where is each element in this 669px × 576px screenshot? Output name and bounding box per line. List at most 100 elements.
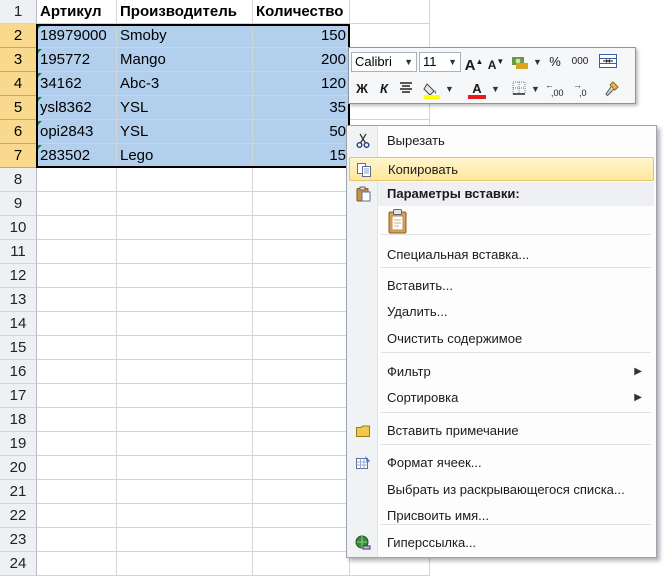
row-header[interactable]: 8	[0, 168, 37, 192]
header-cell[interactable]: Количество	[253, 0, 350, 24]
data-cell[interactable]: ysl8362	[37, 96, 117, 120]
row-header[interactable]: 10	[0, 216, 37, 240]
row-header[interactable]: 23	[0, 528, 37, 552]
empty-cell[interactable]	[253, 528, 350, 552]
data-cell[interactable]: 50	[253, 120, 350, 144]
number-as-text-indicator[interactable]	[37, 97, 42, 102]
empty-cell[interactable]	[117, 312, 253, 336]
row-header[interactable]: 18	[0, 408, 37, 432]
data-cell[interactable]: 195772	[37, 48, 117, 72]
data-cell[interactable]: Mango	[117, 48, 253, 72]
empty-cell[interactable]	[117, 552, 253, 576]
font-color-button[interactable]: A	[466, 79, 488, 99]
empty-cell[interactable]	[37, 312, 117, 336]
row-header[interactable]: 7	[0, 144, 37, 168]
data-cell[interactable]: 34162	[37, 72, 117, 96]
data-cell[interactable]: 35	[253, 96, 350, 120]
row-header[interactable]: 3	[0, 48, 37, 72]
pick-from-list-menu-item[interactable]: Выбрать из раскрывающегося списка...	[349, 478, 654, 502]
empty-cell[interactable]	[253, 312, 350, 336]
empty-cell[interactable]	[117, 480, 253, 504]
empty-cell[interactable]	[253, 264, 350, 288]
header-cell[interactable]: Артикул	[37, 0, 117, 24]
empty-cell[interactable]	[37, 432, 117, 456]
empty-cell[interactable]	[37, 408, 117, 432]
number-as-text-indicator[interactable]	[37, 121, 42, 126]
empty-cell[interactable]	[117, 360, 253, 384]
bold-button[interactable]: Ж	[352, 79, 372, 99]
data-cell[interactable]: YSL	[117, 120, 253, 144]
row-header[interactable]: 2	[0, 24, 37, 48]
empty-cell[interactable]	[37, 504, 117, 528]
row-header[interactable]: 22	[0, 504, 37, 528]
percent-style-button[interactable]: %	[545, 52, 565, 72]
empty-cell[interactable]	[253, 240, 350, 264]
data-cell[interactable]: YSL	[117, 96, 253, 120]
empty-cell[interactable]	[37, 240, 117, 264]
empty-cell[interactable]	[117, 192, 253, 216]
copy-menu-item[interactable]: Копировать	[349, 157, 654, 181]
hyperlink-menu-item[interactable]: Гиперссылка...	[349, 531, 654, 555]
italic-button[interactable]: К	[374, 79, 394, 99]
row-header[interactable]: 14	[0, 312, 37, 336]
empty-cell[interactable]	[117, 336, 253, 360]
row-header[interactable]: 24	[0, 552, 37, 576]
empty-cell[interactable]	[37, 336, 117, 360]
row-header[interactable]: 13	[0, 288, 37, 312]
data-cell[interactable]: Lego	[117, 144, 253, 168]
format-painter-button[interactable]	[601, 79, 623, 99]
empty-cell[interactable]	[117, 240, 253, 264]
row-header[interactable]: 6	[0, 120, 37, 144]
empty-cell[interactable]	[37, 288, 117, 312]
sort-menu-item[interactable]: Сортировка ▶	[349, 386, 654, 410]
empty-cell[interactable]	[117, 456, 253, 480]
row-header[interactable]: 20	[0, 456, 37, 480]
format-cells-menu-item[interactable]: Формат ячеек...	[349, 451, 654, 475]
data-cell[interactable]: Abc-3	[117, 72, 253, 96]
borders-button[interactable]	[509, 79, 529, 99]
decrease-decimal-button[interactable]: → ,0	[573, 79, 597, 99]
empty-cell[interactable]	[117, 216, 253, 240]
empty-cell[interactable]	[37, 360, 117, 384]
empty-cell[interactable]	[253, 216, 350, 240]
row-header[interactable]: 15	[0, 336, 37, 360]
empty-cell[interactable]	[253, 192, 350, 216]
empty-cell[interactable]	[253, 384, 350, 408]
empty-cell[interactable]	[37, 168, 117, 192]
data-cell[interactable]: 120	[253, 72, 350, 96]
row-header[interactable]: 19	[0, 432, 37, 456]
accounting-format-button[interactable]	[509, 52, 531, 72]
row-header[interactable]: 17	[0, 384, 37, 408]
grow-font-button[interactable]: A▲	[464, 52, 484, 74]
empty-cell[interactable]	[253, 360, 350, 384]
empty-cell[interactable]	[117, 384, 253, 408]
empty-cell[interactable]	[253, 456, 350, 480]
empty-cell[interactable]	[253, 408, 350, 432]
empty-cell[interactable]	[253, 168, 350, 192]
empty-cell[interactable]	[37, 456, 117, 480]
number-as-text-indicator[interactable]	[37, 49, 42, 54]
empty-cell[interactable]	[117, 264, 253, 288]
row-header[interactable]: 5	[0, 96, 37, 120]
filter-menu-item[interactable]: Фильтр ▶	[349, 360, 654, 384]
font-name-combobox[interactable]: Calibri ▼	[351, 52, 417, 72]
number-as-text-indicator[interactable]	[37, 145, 42, 150]
empty-cell[interactable]	[117, 528, 253, 552]
number-as-text-indicator[interactable]	[37, 73, 42, 78]
cut-menu-item[interactable]: Вырезать	[349, 129, 654, 153]
empty-cell[interactable]	[37, 528, 117, 552]
chevron-down-icon[interactable]: ▼	[531, 79, 540, 99]
empty-cell[interactable]	[117, 504, 253, 528]
data-cell[interactable]: opi2843	[37, 120, 117, 144]
insert-comment-menu-item[interactable]: Вставить примечание	[349, 419, 654, 443]
font-size-combobox[interactable]: 11 ▼	[419, 52, 461, 72]
chevron-down-icon[interactable]: ▼	[533, 52, 542, 72]
row-header[interactable]: 4	[0, 72, 37, 96]
empty-cell[interactable]	[117, 432, 253, 456]
align-center-button[interactable]	[396, 79, 416, 99]
paste-special-menu-item[interactable]: Специальная вставка...	[349, 243, 654, 267]
data-cell[interactable]: 200	[253, 48, 350, 72]
comma-style-button[interactable]: 000	[567, 52, 593, 72]
data-cell[interactable]: 283502	[37, 144, 117, 168]
empty-cell[interactable]	[350, 24, 430, 48]
